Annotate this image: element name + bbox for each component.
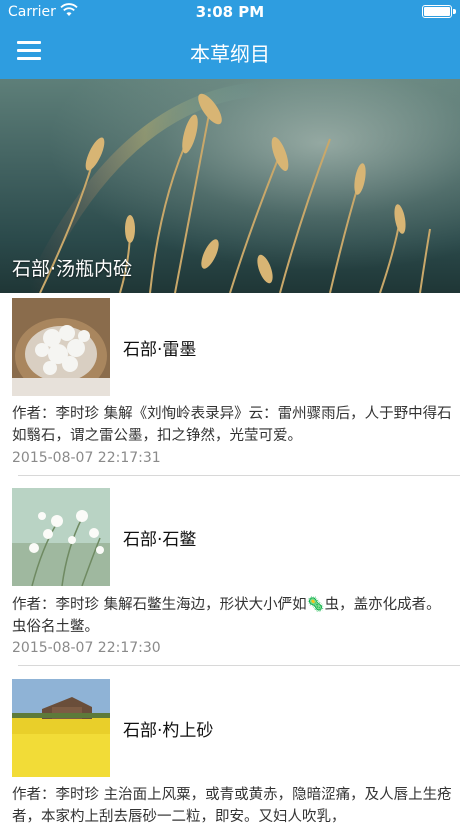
item-timestamp: 2015-08-07 22:17:31 [12, 450, 161, 466]
list-item[interactable]: 石部·石鳖 作者：李时珍 集解石鳖生海边，形状大小俨如🦠虫，盖亦化成者。虫俗名土… [0, 477, 460, 667]
status-bar: Carrier 3:08 PM [0, 0, 460, 24]
list-item[interactable]: 石部·杓上砂 作者：李时珍 主治面上风粟，或青或黄赤，隐暗涩痛，及人唇上生疮者，… [0, 667, 460, 825]
status-time: 3:08 PM [195, 3, 265, 21]
item-thumbnail [12, 679, 110, 777]
battery-icon [422, 5, 456, 18]
banner-caption: 石部·汤瓶内硷 [12, 258, 133, 280]
navigation-bar: 本草纲目 [0, 24, 460, 79]
featured-banner[interactable]: 石部·汤瓶内硷 [0, 79, 460, 293]
item-description: 作者：李时珍 集解石鳖生海边，形状大小俨如🦠虫，盖亦化成者。虫俗名土鳖。 [12, 597, 441, 635]
item-description: 作者：李时珍 集解《刘恂岭表录异》云：雷州骤雨后，人于野中得石如翳石，谓之雷公墨… [12, 406, 452, 444]
item-timestamp: 2015-08-07 22:17:30 [12, 640, 161, 656]
page-title: 本草纲目 [190, 42, 270, 66]
item-thumbnail [12, 488, 110, 586]
item-thumbnail [12, 298, 110, 396]
battery-level [424, 7, 450, 16]
divider [18, 665, 460, 666]
list-item[interactable]: 石部·雷墨 作者：李时珍 集解《刘恂岭表录异》云：雷州骤雨后，人于野中得石如翳石… [0, 293, 460, 477]
item-description: 作者：李时珍 主治面上风粟，或青或黄赤，隐暗涩痛，及人唇上生疮者，本家杓上刮去唇… [12, 787, 452, 825]
divider [18, 475, 460, 476]
item-title: 石部·杓上砂 [123, 721, 214, 741]
item-title: 石部·石鳖 [123, 530, 197, 550]
item-title: 石部·雷墨 [123, 340, 197, 360]
top-bar: Carrier 3:08 PM 本草纲目 [0, 0, 460, 79]
